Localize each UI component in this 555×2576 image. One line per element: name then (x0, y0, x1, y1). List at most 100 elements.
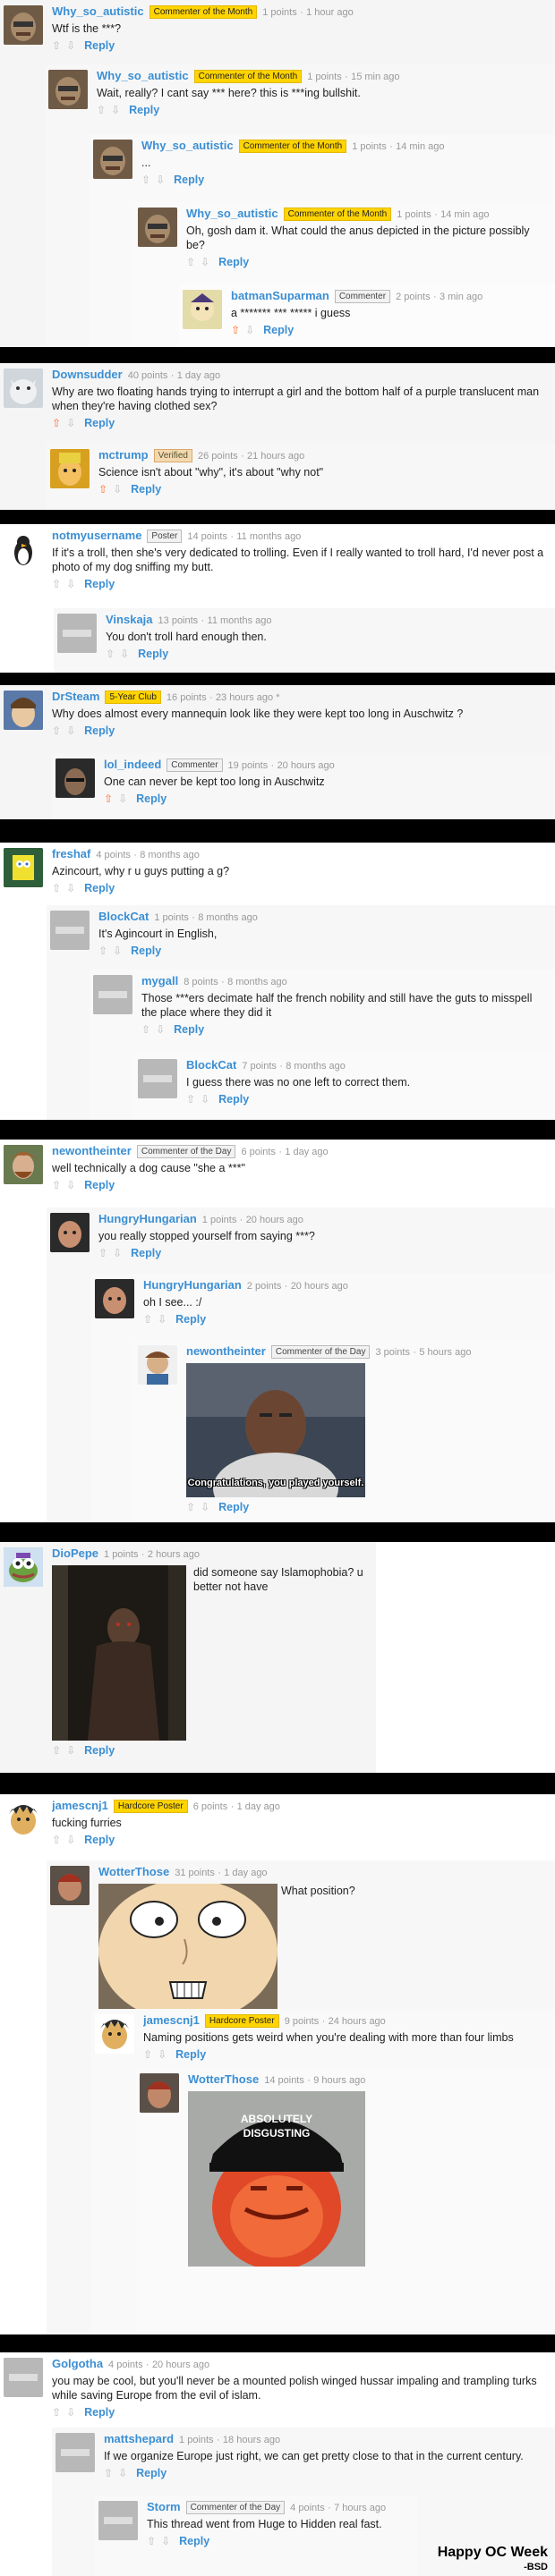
avatar[interactable] (138, 1059, 177, 1098)
timestamp[interactable]: 2 hours ago (148, 1549, 200, 1560)
timestamp[interactable]: 11 months ago (236, 531, 301, 542)
timestamp[interactable]: 18 hours ago (223, 2435, 280, 2445)
timestamp[interactable]: 8 months ago (140, 850, 200, 860)
avatar[interactable] (93, 140, 132, 179)
avatar[interactable] (50, 911, 90, 950)
downvote-icon[interactable]: ⇩ (161, 2534, 170, 2548)
avatar[interactable] (95, 1279, 134, 1318)
downvote-icon[interactable]: ⇩ (113, 944, 122, 958)
avatar[interactable] (93, 975, 132, 1014)
username[interactable]: HungryHungarian (143, 1278, 242, 1292)
meme-image[interactable]: Congratulations, you played yourself. (186, 1363, 365, 1497)
avatar[interactable] (4, 530, 43, 569)
username[interactable]: newontheinter (52, 1144, 132, 1157)
downvote-icon[interactable]: ⇩ (120, 647, 129, 661)
reply-button[interactable]: Reply (136, 2467, 166, 2479)
upvote-icon[interactable]: ⇧ (52, 38, 61, 53)
username[interactable]: mygall (141, 974, 178, 987)
reply-button[interactable]: Reply (131, 1247, 161, 1259)
upvote-icon[interactable]: ⇧ (52, 881, 61, 895)
username[interactable]: mctrump (98, 448, 149, 462)
username[interactable]: mattshepard (104, 2432, 174, 2445)
avatar[interactable] (50, 449, 90, 488)
avatar[interactable] (50, 1866, 90, 1905)
downvote-icon[interactable]: ⇩ (158, 2047, 166, 2062)
downvote-icon[interactable]: ⇩ (66, 38, 75, 53)
timestamp[interactable]: 20 hours ago (246, 1215, 303, 1225)
reply-button[interactable]: Reply (174, 1023, 204, 1036)
username[interactable]: batmanSuparman (231, 289, 329, 302)
reply-button[interactable]: Reply (84, 1834, 115, 1846)
upvote-icon[interactable]: ⇧ (104, 792, 113, 806)
reply-button[interactable]: Reply (218, 256, 249, 268)
avatar[interactable] (140, 2073, 179, 2113)
avatar[interactable] (50, 1213, 90, 1252)
downvote-icon[interactable]: ⇩ (113, 1246, 122, 1260)
timestamp[interactable]: 1 day ago (237, 1801, 280, 1812)
username[interactable]: notmyusername (52, 529, 141, 542)
avatar[interactable] (95, 2014, 134, 2054)
avatar[interactable] (4, 1145, 43, 1184)
upvote-icon[interactable]: ⇧ (52, 724, 61, 738)
timestamp[interactable]: 8 months ago (227, 977, 287, 987)
timestamp[interactable]: 5 hours ago (419, 1347, 471, 1358)
timestamp[interactable]: 8 months ago (286, 1061, 346, 1072)
timestamp[interactable]: 1 day ago (177, 370, 220, 381)
downvote-icon[interactable]: ⇩ (158, 1312, 166, 1326)
upvote-icon[interactable]: ⇧ (143, 1312, 152, 1326)
timestamp[interactable]: 1 day ago (285, 1147, 328, 1157)
reply-button[interactable]: Reply (179, 2535, 209, 2547)
avatar[interactable] (4, 1547, 43, 1587)
username[interactable]: BlockCat (186, 1058, 236, 1072)
username[interactable]: DioPepe (52, 1546, 98, 1560)
reply-button[interactable]: Reply (84, 1179, 115, 1191)
username[interactable]: jamescnj1 (143, 2013, 200, 2027)
reply-button[interactable]: Reply (84, 2406, 115, 2419)
upvote-icon[interactable]: ⇧ (143, 2047, 152, 2062)
avatar[interactable] (98, 2501, 138, 2540)
reply-button[interactable]: Reply (218, 1501, 249, 1513)
avatar[interactable] (138, 1345, 177, 1385)
upvote-icon[interactable]: ⇧ (52, 1178, 61, 1192)
downvote-icon[interactable]: ⇩ (245, 323, 254, 337)
username[interactable]: Golgotha (52, 2357, 103, 2370)
upvote-icon[interactable]: ⇧ (147, 2534, 156, 2548)
reply-button[interactable]: Reply (84, 417, 115, 429)
downvote-icon[interactable]: ⇩ (111, 103, 120, 117)
username[interactable]: lol_indeed (104, 758, 161, 771)
username[interactable]: HungryHungarian (98, 1212, 197, 1225)
avatar[interactable] (56, 758, 95, 798)
username[interactable]: BlockCat (98, 910, 149, 923)
username[interactable]: WotterThose (98, 1865, 169, 1878)
username[interactable]: WotterThose (188, 2072, 259, 2086)
upvote-icon[interactable]: ⇧ (98, 482, 107, 496)
username[interactable]: Why_so_autistic (186, 207, 278, 220)
upvote-icon[interactable]: ⇧ (186, 255, 195, 269)
upvote-icon[interactable]: ⇧ (52, 1743, 61, 1758)
username[interactable]: DrSteam (52, 690, 99, 703)
upvote-icon[interactable]: ⇧ (186, 1500, 195, 1514)
meme-image[interactable] (52, 1565, 186, 1741)
timestamp[interactable]: 9 hours ago (313, 2075, 365, 2086)
timestamp[interactable]: 20 hours ago (152, 2360, 209, 2370)
downvote-icon[interactable]: ⇩ (113, 482, 122, 496)
upvote-icon[interactable]: ⇧ (186, 1092, 195, 1106)
reply-button[interactable]: Reply (129, 104, 159, 116)
downvote-icon[interactable]: ⇩ (201, 1092, 209, 1106)
username[interactable]: Why_so_autistic (52, 4, 144, 18)
timestamp[interactable]: 20 hours ago (278, 760, 335, 771)
timestamp[interactable]: 23 hours ago * (216, 692, 280, 703)
timestamp[interactable]: 8 months ago (198, 912, 258, 923)
timestamp[interactable]: 14 min ago (396, 141, 444, 152)
downvote-icon[interactable]: ⇩ (201, 255, 209, 269)
upvote-icon[interactable]: ⇧ (98, 1246, 107, 1260)
downvote-icon[interactable]: ⇩ (66, 2405, 75, 2419)
timestamp[interactable]: 7 hours ago (334, 2503, 386, 2513)
reply-button[interactable]: Reply (175, 1313, 206, 1326)
reply-button[interactable]: Reply (138, 648, 168, 660)
downvote-icon[interactable]: ⇩ (156, 1022, 165, 1037)
reply-button[interactable]: Reply (84, 1744, 115, 1757)
username[interactable]: Downsudder (52, 368, 123, 381)
timestamp[interactable]: 15 min ago (351, 72, 399, 82)
upvote-icon[interactable]: ⇧ (52, 577, 61, 591)
